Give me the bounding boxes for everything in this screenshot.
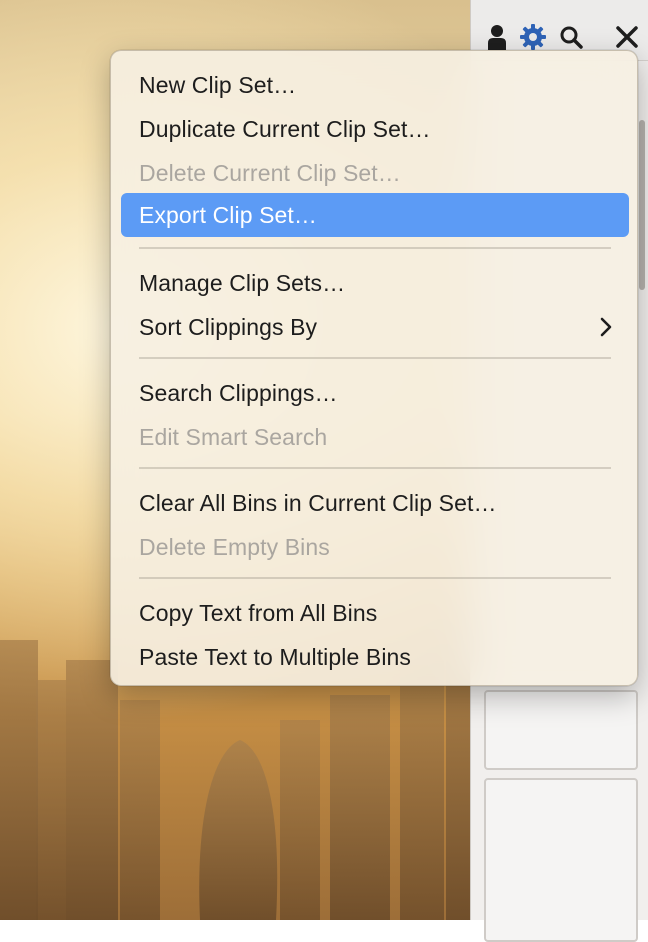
clip-set-menu: New Clip Set… Duplicate Current Clip Set…	[110, 50, 638, 686]
menu-item-paste-text-multiple-bins[interactable]: Paste Text to Multiple Bins	[121, 635, 629, 679]
menu-item-sort-clippings-by[interactable]: Sort Clippings By	[121, 305, 629, 349]
menu-item-search-clippings[interactable]: Search Clippings…	[121, 371, 629, 415]
clip-bin[interactable]	[484, 690, 638, 770]
menu-item-label: Sort Clippings By	[139, 313, 318, 340]
menu-separator	[139, 577, 611, 579]
menu-item-label: Edit Smart Search	[139, 423, 328, 450]
menu-item-new-clip-set[interactable]: New Clip Set…	[121, 63, 629, 107]
menu-item-export-clip-set[interactable]: Export Clip Set…	[121, 193, 629, 237]
vertical-scrollbar[interactable]	[637, 110, 647, 910]
menu-item-duplicate-clip-set[interactable]: Duplicate Current Clip Set…	[121, 107, 629, 151]
gear-icon[interactable]	[517, 20, 549, 54]
menu-item-label: Duplicate Current Clip Set…	[139, 115, 431, 142]
chevron-right-icon	[600, 317, 612, 337]
menu-separator	[139, 467, 611, 469]
menu-item-delete-empty-bins: Delete Empty Bins	[121, 525, 629, 569]
menu-item-label: Copy Text from All Bins	[139, 599, 378, 626]
menu-item-label: New Clip Set…	[139, 71, 297, 98]
scrollbar-thumb[interactable]	[639, 120, 645, 290]
menu-item-label: Paste Text to Multiple Bins	[139, 643, 412, 670]
menu-item-label: Search Clippings…	[139, 379, 338, 406]
menu-separator	[139, 247, 611, 249]
search-icon[interactable]	[555, 20, 587, 54]
person-icon[interactable]	[481, 20, 513, 54]
menu-separator	[139, 357, 611, 359]
menu-item-label: Export Clip Set…	[139, 201, 317, 228]
menu-item-edit-smart-search: Edit Smart Search	[121, 415, 629, 459]
clip-bin[interactable]	[484, 778, 638, 942]
menu-item-delete-clip-set: Delete Current Clip Set…	[121, 151, 629, 195]
menu-item-label: Delete Empty Bins	[139, 533, 330, 560]
menu-item-copy-text-all-bins[interactable]: Copy Text from All Bins	[121, 591, 629, 635]
menu-item-manage-clip-sets[interactable]: Manage Clip Sets…	[121, 261, 629, 305]
menu-item-label: Manage Clip Sets…	[139, 269, 346, 296]
close-icon[interactable]	[611, 20, 643, 54]
menu-item-label: Clear All Bins in Current Clip Set…	[139, 489, 497, 516]
menu-item-clear-all-bins[interactable]: Clear All Bins in Current Clip Set…	[121, 481, 629, 525]
menu-item-label: Delete Current Clip Set…	[139, 159, 401, 186]
